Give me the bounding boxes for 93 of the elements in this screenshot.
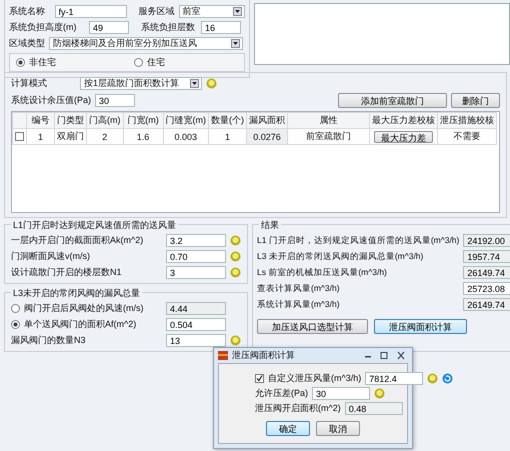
column-header: 门宽(m) <box>123 112 163 128</box>
field-label: 计算模式 <box>11 77 48 90</box>
radio-button[interactable] <box>134 58 143 67</box>
input-field[interactable]: 3 <box>166 266 226 279</box>
field-label: 系统计算风量(m^3/h) <box>257 298 341 310</box>
field-label: 一层内开启门的截面面积Ak(m^2) <box>11 234 144 247</box>
field-label: 系统名称 <box>9 5 46 18</box>
input-field[interactable]: 0.504 <box>166 318 226 331</box>
column-header: 门高(m) <box>86 112 123 128</box>
column-header: 最大压力差校核 <box>370 112 438 128</box>
group-title: L3未开启的常闭风阀的漏风总量 <box>11 287 142 300</box>
dropdown[interactable]: 防烟楼梯间及合用前室分别加压送风 <box>49 37 243 50</box>
app-icon <box>218 351 228 360</box>
dropdown[interactable]: 前室 <box>178 5 245 18</box>
field-label: Ls 前室的机械加压送风量(m^3/h) <box>257 266 388 278</box>
field-label: 查表计算风量(m^3/h) <box>257 282 341 294</box>
calc-button[interactable]: 泄压阀面积计算 <box>374 319 467 334</box>
field-label: L3 未开启的常闭送风阀的漏风总量(m^3/h) <box>257 250 424 262</box>
bulb-icon[interactable] <box>427 373 438 384</box>
input-field[interactable]: 3.2 <box>166 234 226 247</box>
field-label: 阀门开启后风阀处的风速(m/s) <box>24 302 144 315</box>
dialog-title: 泄压阀面积计算 <box>232 349 296 362</box>
floors-field[interactable]: 16 <box>201 21 241 34</box>
checkbox[interactable] <box>15 132 24 141</box>
table-cell: 0.0276 <box>246 128 288 144</box>
cancel-button[interactable]: 取消 <box>316 421 360 436</box>
pressure-field[interactable]: 30 <box>95 94 135 107</box>
bulb-icon[interactable] <box>230 235 241 246</box>
input-field[interactable]: 26149.74 <box>463 298 510 311</box>
table-cell: 2 <box>86 128 123 144</box>
input-field[interactable]: 13 <box>166 334 226 347</box>
table-cell: 1.6 <box>123 128 163 144</box>
radio-button[interactable] <box>11 304 20 313</box>
field-label: 自定义泄压风量(m^3/h) <box>268 372 362 385</box>
field-label: 区域类型 <box>9 37 45 50</box>
field-label: 漏风阀门的数量N3 <box>11 334 87 347</box>
input-field[interactable]: 25723.08 <box>463 282 510 295</box>
field-label: L1 门开启时，达到规定风速值所需的送风量(m^3/h) <box>257 234 460 246</box>
input-field[interactable]: 1957.74 <box>463 250 510 263</box>
field-label: 门洞断面风速v(m/s) <box>11 250 91 263</box>
field-label: 单个送风阀门的面积Af(m^2) <box>24 318 138 331</box>
field-label: 系统负担层数 <box>141 21 196 34</box>
field-label: 允许压差(Pa) <box>255 387 308 400</box>
column-header: 门类型 <box>54 112 86 128</box>
radio-button[interactable] <box>16 58 25 67</box>
column-header: 门缝宽(m) <box>163 112 208 128</box>
input-field[interactable]: 7812.4 <box>365 372 424 385</box>
bulb-icon[interactable] <box>230 335 241 346</box>
description-textarea[interactable] <box>254 3 510 65</box>
bulb-icon[interactable] <box>374 388 386 399</box>
input-field[interactable]: 26149.74 <box>463 266 510 279</box>
table-cell: 不需要 <box>438 128 496 144</box>
dropdown[interactable]: 按1层疏散门面积数计算 <box>80 77 202 90</box>
max-pressure-button[interactable]: 最大压力差 <box>374 130 433 142</box>
input-field[interactable]: 0.70 <box>166 250 226 263</box>
add-door-button[interactable]: 添加前室疏散门 <box>338 93 447 108</box>
table-cell: 1 <box>26 128 54 144</box>
bulb-icon[interactable] <box>206 78 217 89</box>
group-title: L1门开启时达到规定风速值所需的送风量 <box>11 219 178 232</box>
table-cell: 前室疏散门 <box>288 128 370 144</box>
dropdown-arrow-icon[interactable] <box>231 39 240 48</box>
field-label: 服务区域 <box>138 5 175 18</box>
radio-button[interactable] <box>11 320 20 329</box>
input-field[interactable]: 4.44 <box>166 302 226 315</box>
bulb-icon[interactable] <box>230 267 241 278</box>
checkbox[interactable] <box>255 374 264 383</box>
column-header: 编号 <box>26 112 54 128</box>
maximize-icon[interactable] <box>378 351 390 360</box>
column-header: 泄压措施校核 <box>438 112 496 128</box>
height-field[interactable]: 49 <box>89 21 129 34</box>
input-field[interactable]: 30 <box>312 387 370 400</box>
field-label: 系统设计余压值(Pa) <box>11 94 91 107</box>
column-header: 属性 <box>288 112 370 128</box>
table-cell: 双扇门 <box>54 128 86 144</box>
field-label: 系统负担高度(m) <box>9 21 78 34</box>
radio-label[interactable]: 非住宅 <box>29 56 56 69</box>
input-field[interactable]: 0.48 <box>344 402 403 415</box>
name-field[interactable]: fy-1 <box>54 5 127 18</box>
column-header: 数量(个) <box>208 112 246 128</box>
field-label: 泄压阀开启面积(m^2) <box>255 402 341 415</box>
input-field[interactable]: 24192.00 <box>463 234 510 247</box>
dropdown-arrow-icon[interactable] <box>233 7 242 16</box>
ok-button[interactable]: 确定 <box>266 421 310 436</box>
dropdown-arrow-icon[interactable] <box>190 79 199 88</box>
radio-label[interactable]: 住宅 <box>147 56 165 69</box>
column-header: 漏风面积 <box>246 112 288 128</box>
field-label: 设计疏散门开启的楼层数N1 <box>11 266 123 279</box>
calc-button[interactable]: 加压送风口选型计算 <box>257 319 368 334</box>
group-title: 结果 <box>259 219 281 232</box>
table-cell: 0.003 <box>163 128 208 144</box>
refresh-icon[interactable] <box>442 373 454 384</box>
bulb-icon[interactable] <box>230 251 241 262</box>
delete-door-button[interactable]: 删除门 <box>451 93 500 108</box>
